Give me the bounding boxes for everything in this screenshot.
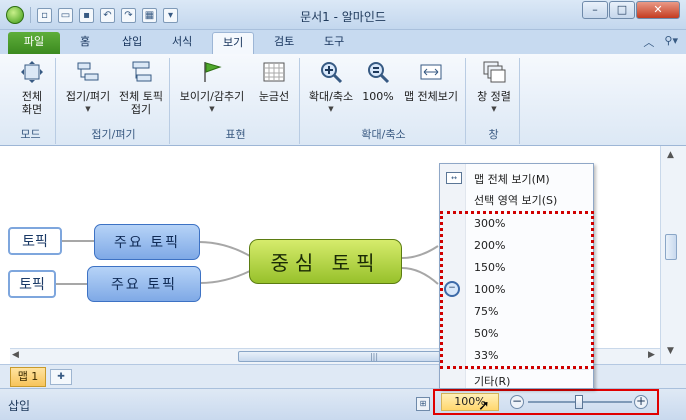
flag-icon bbox=[204, 62, 222, 82]
scroll-left-icon[interactable]: ◀ bbox=[12, 350, 19, 360]
tab-home[interactable]: 홈 bbox=[70, 32, 100, 54]
fold-dropdown-icon: ▼ bbox=[85, 105, 91, 113]
mouse-cursor-icon: ➚ bbox=[478, 398, 490, 414]
window-controls: – □ ✕ bbox=[582, 1, 680, 19]
menu-item-zoom-level[interactable]: 100% bbox=[474, 283, 505, 296]
zoom-level-display[interactable]: 100% bbox=[441, 393, 499, 411]
zoom-in-icon bbox=[321, 62, 343, 84]
zoom-slider-thumb[interactable] bbox=[575, 395, 583, 409]
main-topic-1[interactable]: 주요 토픽 bbox=[94, 224, 200, 260]
vertical-scroll-thumb[interactable] bbox=[665, 234, 677, 260]
menu-item-zoom-level[interactable]: 50% bbox=[474, 327, 498, 340]
group-display: 보이기/감추기 ▼ 눈금선 표현 bbox=[172, 58, 300, 144]
zoom-label: 확대/축소 bbox=[308, 90, 354, 103]
fold-button[interactable]: 접기/펴기 ▼ bbox=[62, 60, 114, 116]
center-topic[interactable]: 중심 토픽 bbox=[249, 239, 402, 284]
arrange-dropdown-icon: ▼ bbox=[491, 105, 497, 113]
collapse-ribbon-icon[interactable]: ︿ bbox=[643, 34, 654, 50]
arrange-windows-button[interactable]: 창 정렬 ▼ bbox=[470, 60, 518, 116]
arrange-windows-label: 창 정렬 bbox=[477, 90, 511, 103]
menu-item-fit-selection[interactable]: 선택 영역 보기(S) bbox=[474, 192, 557, 208]
zoom-dropdown-icon: ▼ bbox=[328, 105, 334, 113]
full-screen-label: 전체 화면 bbox=[21, 90, 43, 116]
menu-separator bbox=[468, 369, 589, 370]
show-hide-label: 보이기/감추기 bbox=[179, 90, 245, 103]
zoom-levels-highlight bbox=[440, 211, 594, 369]
gridlines-icon bbox=[263, 62, 285, 82]
sub-topic-1[interactable]: 토픽 bbox=[8, 227, 62, 255]
add-sheet-icon[interactable]: ✚ bbox=[50, 369, 72, 385]
fold-all-icon bbox=[132, 61, 152, 82]
sheet-tab-map1[interactable]: 맵 1 bbox=[10, 367, 46, 387]
sub-topic-2[interactable]: 토픽 bbox=[8, 270, 56, 298]
zoom-context-menu: ↔ 맵 전체 보기(M) 선택 영역 보기(S) − 300% 200% 150… bbox=[439, 163, 594, 389]
zoom-reset-icon bbox=[368, 62, 390, 84]
ribbon-tabs: 파일 홈 삽입 서식 보기 검토 도구 ︿ ⚲▾ bbox=[0, 30, 686, 54]
group-mode-label: 모드 bbox=[20, 128, 41, 141]
scroll-right-icon[interactable]: ▶ bbox=[648, 350, 655, 360]
group-zoom-label: 확대/축소 bbox=[361, 128, 406, 141]
zoom-in-button-icon[interactable]: + bbox=[634, 395, 648, 409]
full-screen-button[interactable]: 전체 화면 bbox=[12, 60, 52, 116]
tab-insert[interactable]: 삽입 bbox=[112, 32, 152, 54]
close-button[interactable]: ✕ bbox=[636, 1, 680, 19]
gridlines-button[interactable]: 눈금선 bbox=[252, 60, 296, 103]
fit-map-icon bbox=[420, 64, 442, 80]
status-bar: 삽입 ⊞ 100% − + bbox=[0, 388, 686, 420]
menu-item-zoom-level[interactable]: 200% bbox=[474, 239, 505, 252]
zoom-100-button[interactable]: 100% bbox=[360, 60, 396, 103]
ribbon-right-controls: ︿ ⚲▾ bbox=[643, 34, 678, 50]
arrange-windows-icon bbox=[483, 61, 506, 83]
fold-label: 접기/펴기 bbox=[65, 90, 111, 103]
zoom-out-icon[interactable]: − bbox=[510, 395, 524, 409]
gridlines-label: 눈금선 bbox=[258, 90, 290, 103]
zoom-100-label: 100% bbox=[362, 90, 394, 103]
tab-review[interactable]: 검토 bbox=[264, 32, 304, 54]
fit-map-menu-icon: ↔ bbox=[446, 172, 462, 184]
group-mode: 전체 화면 모드 bbox=[6, 58, 56, 144]
tab-view[interactable]: 보기 bbox=[212, 32, 255, 54]
full-screen-icon bbox=[21, 61, 43, 83]
menu-item-zoom-level[interactable]: 33% bbox=[474, 349, 498, 362]
fit-map-button[interactable]: 맵 전체보기 bbox=[398, 60, 464, 103]
show-hide-button[interactable]: 보이기/감추기 ▼ bbox=[176, 60, 248, 116]
show-hide-dropdown-icon: ▼ bbox=[209, 105, 215, 113]
group-window: 창 정렬 ▼ 창 bbox=[468, 58, 520, 144]
menu-item-zoom-level[interactable]: 75% bbox=[474, 305, 498, 318]
fold-all-button[interactable]: 전체 토픽 접기 bbox=[114, 60, 168, 116]
menu-item-fit-map[interactable]: 맵 전체 보기(M) bbox=[474, 171, 550, 187]
fit-map-label: 맵 전체보기 bbox=[403, 90, 459, 103]
main-topic-2[interactable]: 주요 토픽 bbox=[87, 266, 201, 302]
group-window-label: 창 bbox=[488, 128, 499, 141]
tab-file[interactable]: 파일 bbox=[8, 32, 60, 54]
group-display-label: 표현 bbox=[225, 128, 246, 141]
zoom-magnifier-icon: − bbox=[444, 281, 460, 297]
minimize-button[interactable]: – bbox=[582, 1, 608, 19]
title-bar: ▫ ▭ ▪ ↶ ↷ ▦ ▾ 문서1 - 알마인드 – □ ✕ bbox=[0, 0, 686, 30]
maximize-button[interactable]: □ bbox=[609, 1, 635, 19]
group-zoom: 확대/축소 ▼ 100% 맵 전체보기 확대/축소 bbox=[302, 58, 466, 144]
status-mode-text: 삽입 bbox=[8, 399, 31, 413]
scroll-up-icon[interactable]: ▲ bbox=[667, 150, 674, 160]
menu-item-zoom-level[interactable]: 150% bbox=[474, 261, 505, 274]
tab-format[interactable]: 서식 bbox=[162, 32, 202, 54]
menu-item-other[interactable]: 기타(R) bbox=[474, 373, 510, 389]
menu-item-zoom-level[interactable]: 300% bbox=[474, 217, 505, 230]
tab-tools[interactable]: 도구 bbox=[314, 32, 354, 54]
group-fold-label: 접기/펴기 bbox=[91, 128, 136, 141]
fold-icon bbox=[77, 62, 99, 81]
zoom-button[interactable]: 확대/축소 ▼ bbox=[304, 60, 358, 116]
help-search-icon[interactable]: ⚲▾ bbox=[664, 34, 678, 50]
vertical-scrollbar[interactable]: ▲ ▼ bbox=[660, 146, 686, 364]
scroll-down-icon[interactable]: ▼ bbox=[667, 346, 674, 356]
group-fold: 접기/펴기 ▼ 전체 토픽 접기 접기/펴기 bbox=[58, 58, 170, 144]
map-overview-icon[interactable]: ⊞ bbox=[416, 397, 430, 411]
fold-all-label: 전체 토픽 접기 bbox=[119, 90, 163, 116]
ribbon: 전체 화면 모드 접기/펴기 ▼ 전체 토픽 접기 접기/펴기 보이기/감추기 … bbox=[0, 54, 686, 146]
